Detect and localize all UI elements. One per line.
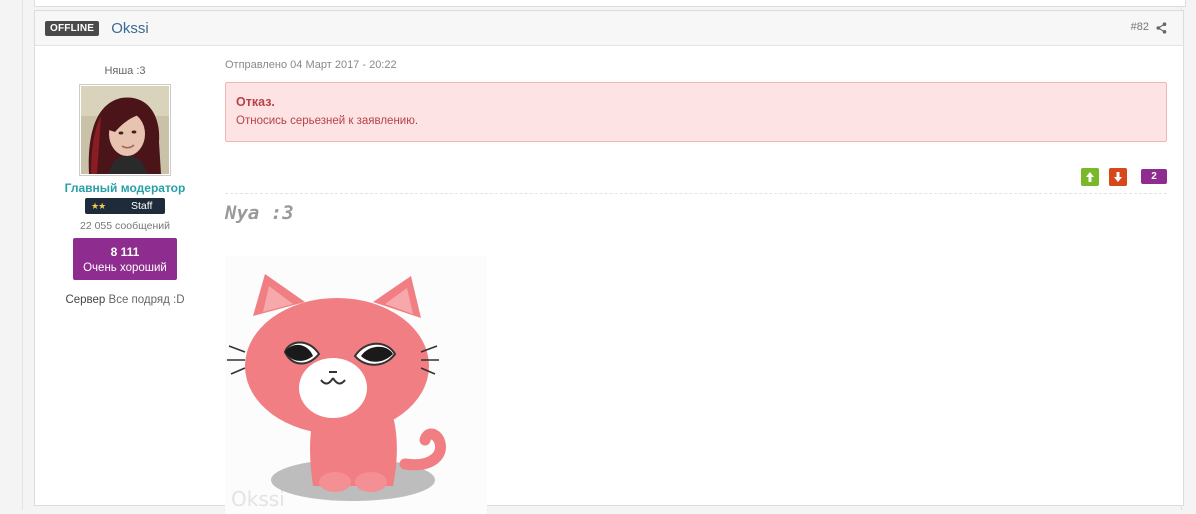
reputation-label: Очень хороший <box>83 261 167 274</box>
signature-cat-image: Okssi <box>225 256 487 514</box>
signature-text: Nya :3 <box>225 202 294 224</box>
vote-count[interactable]: 2 <box>1141 169 1167 184</box>
status-badge: OFFLINE <box>45 20 100 36</box>
avatar[interactable] <box>79 84 171 176</box>
reputation-value: 8 111 <box>110 244 140 259</box>
post-date: Отправлено 04 Март 2017 - 20:22 <box>225 59 397 71</box>
signature-divider <box>225 193 1167 194</box>
share-icon[interactable] <box>1156 22 1167 34</box>
post-header: OFFLINE Okssi #82 <box>35 11 1183 46</box>
user-title: Няша :3 <box>104 65 146 77</box>
forum-post: OFFLINE Okssi #82 Няша :3 Главный модера… <box>34 10 1184 514</box>
stars-icon: ★★ <box>91 200 106 211</box>
user-group: Главный модератор <box>64 181 186 195</box>
author-name-link[interactable]: Okssi <box>111 20 149 37</box>
post-content: Отправлено 04 Март 2017 - 20:22 Отказ. О… <box>225 46 1167 514</box>
server-field: Сервер Все подряд :D <box>35 294 215 306</box>
page-left-border <box>0 0 23 510</box>
author-sidebar: Няша :3 Главный модератор ★★ Staff 22 05… <box>35 46 215 505</box>
post-count: 22 055 сообщений <box>80 220 170 232</box>
post-number-link[interactable]: #82 <box>1131 21 1149 33</box>
alert-title: Отказ. <box>236 95 275 109</box>
reputation-box: 8 111 Очень хороший <box>73 238 177 280</box>
staff-badge-label: Staff <box>131 200 153 212</box>
previous-post-bottom <box>34 0 1186 7</box>
image-watermark: Okssi <box>231 487 285 511</box>
vote-bar: 2 <box>225 168 1167 188</box>
alert-text: Относись серьезней к заявлению. <box>236 115 419 127</box>
moderator-alert: Отказ. Относись серьезней к заявлению. <box>225 82 1167 142</box>
staff-badge: ★★ Staff <box>85 198 165 214</box>
arrow-down-icon[interactable] <box>1109 168 1127 186</box>
server-label: Сервер <box>65 294 106 306</box>
arrow-up-icon[interactable] <box>1081 168 1099 186</box>
server-value: Все подряд :D <box>108 294 185 306</box>
